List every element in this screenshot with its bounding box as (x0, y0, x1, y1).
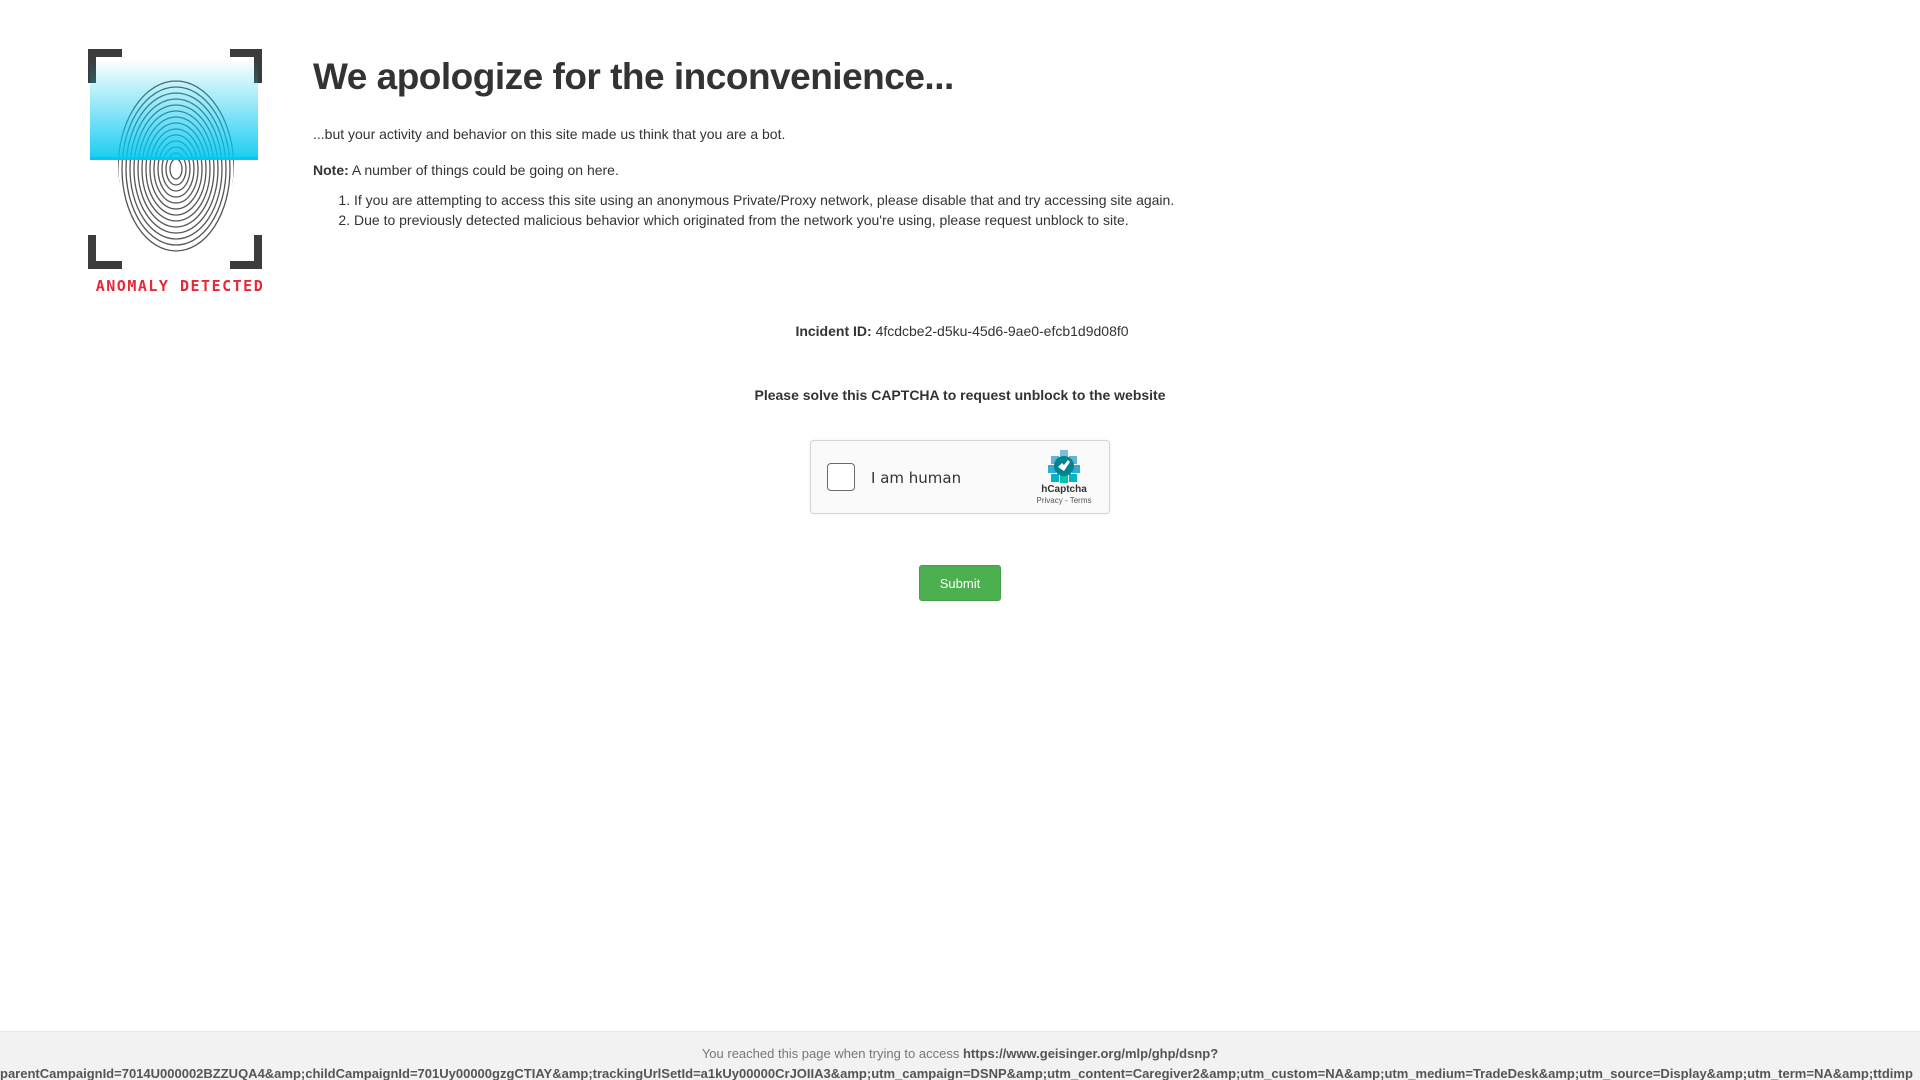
reason-list: If you are attempting to access this sit… (313, 190, 1813, 230)
page-title: We apologize for the inconvenience... (313, 56, 954, 97)
incident-value: 4fcdcbe2-d5ku-45d6-9ae0-efcb1d9d08f0 (875, 323, 1129, 339)
terms-link[interactable]: Terms (1070, 496, 1092, 505)
footer-url-continuation[interactable]: parentCampaignId=7014U000002BZZUQA4&amp;… (0, 1066, 1920, 1080)
note-paragraph: Note: A number of things could be going … (313, 162, 1813, 178)
hcaptcha-name: hCaptcha (1041, 484, 1087, 495)
hcaptcha-links: Privacy - Terms (1029, 496, 1099, 505)
hcaptcha-brand: hCaptcha Privacy - Terms (1029, 449, 1099, 505)
bot-notice: ...but your activity and behavior on thi… (313, 126, 786, 142)
footer-message: You reached this page when trying to acc… (0, 1046, 1920, 1061)
block-page: ANOMALY DETECTED We apologize for the in… (0, 0, 1920, 1080)
incident-id: Incident ID: 4fcdcbe2-d5ku-45d6-9ae0-efc… (0, 323, 1920, 339)
footer: You reached this page when trying to acc… (0, 1031, 1920, 1080)
note-text: A number of things could be going on her… (348, 162, 619, 178)
captcha-checkbox[interactable] (827, 463, 855, 491)
message-content: We apologize for the inconvenience... ..… (313, 56, 1813, 230)
hcaptcha-logo-icon (1048, 450, 1080, 483)
link-separator: - (1062, 496, 1070, 505)
privacy-link[interactable]: Privacy (1037, 496, 1063, 505)
hcaptcha-widget[interactable]: I am human hCaptcha Privacy - Terms (810, 440, 1110, 514)
captcha-label: I am human (871, 469, 962, 487)
reason-item: If you are attempting to access this sit… (354, 190, 1813, 210)
footer-prefix: You reached this page when trying to acc… (701, 1046, 963, 1061)
captcha-prompt: Please solve this CAPTCHA to request unb… (754, 387, 1166, 403)
anomaly-logo: ANOMALY DETECTED (88, 49, 268, 297)
fingerprint-scan-icon (88, 49, 262, 269)
reason-item: Due to previously detected malicious beh… (354, 210, 1813, 230)
note-label: Note: (313, 162, 349, 178)
footer-url-link[interactable]: https://www.geisinger.org/mlp/ghp/dsnp? (963, 1046, 1218, 1061)
submit-button[interactable]: Submit (919, 565, 1001, 601)
anomaly-caption: ANOMALY DETECTED (95, 277, 265, 295)
incident-label: Incident ID: (795, 323, 872, 339)
